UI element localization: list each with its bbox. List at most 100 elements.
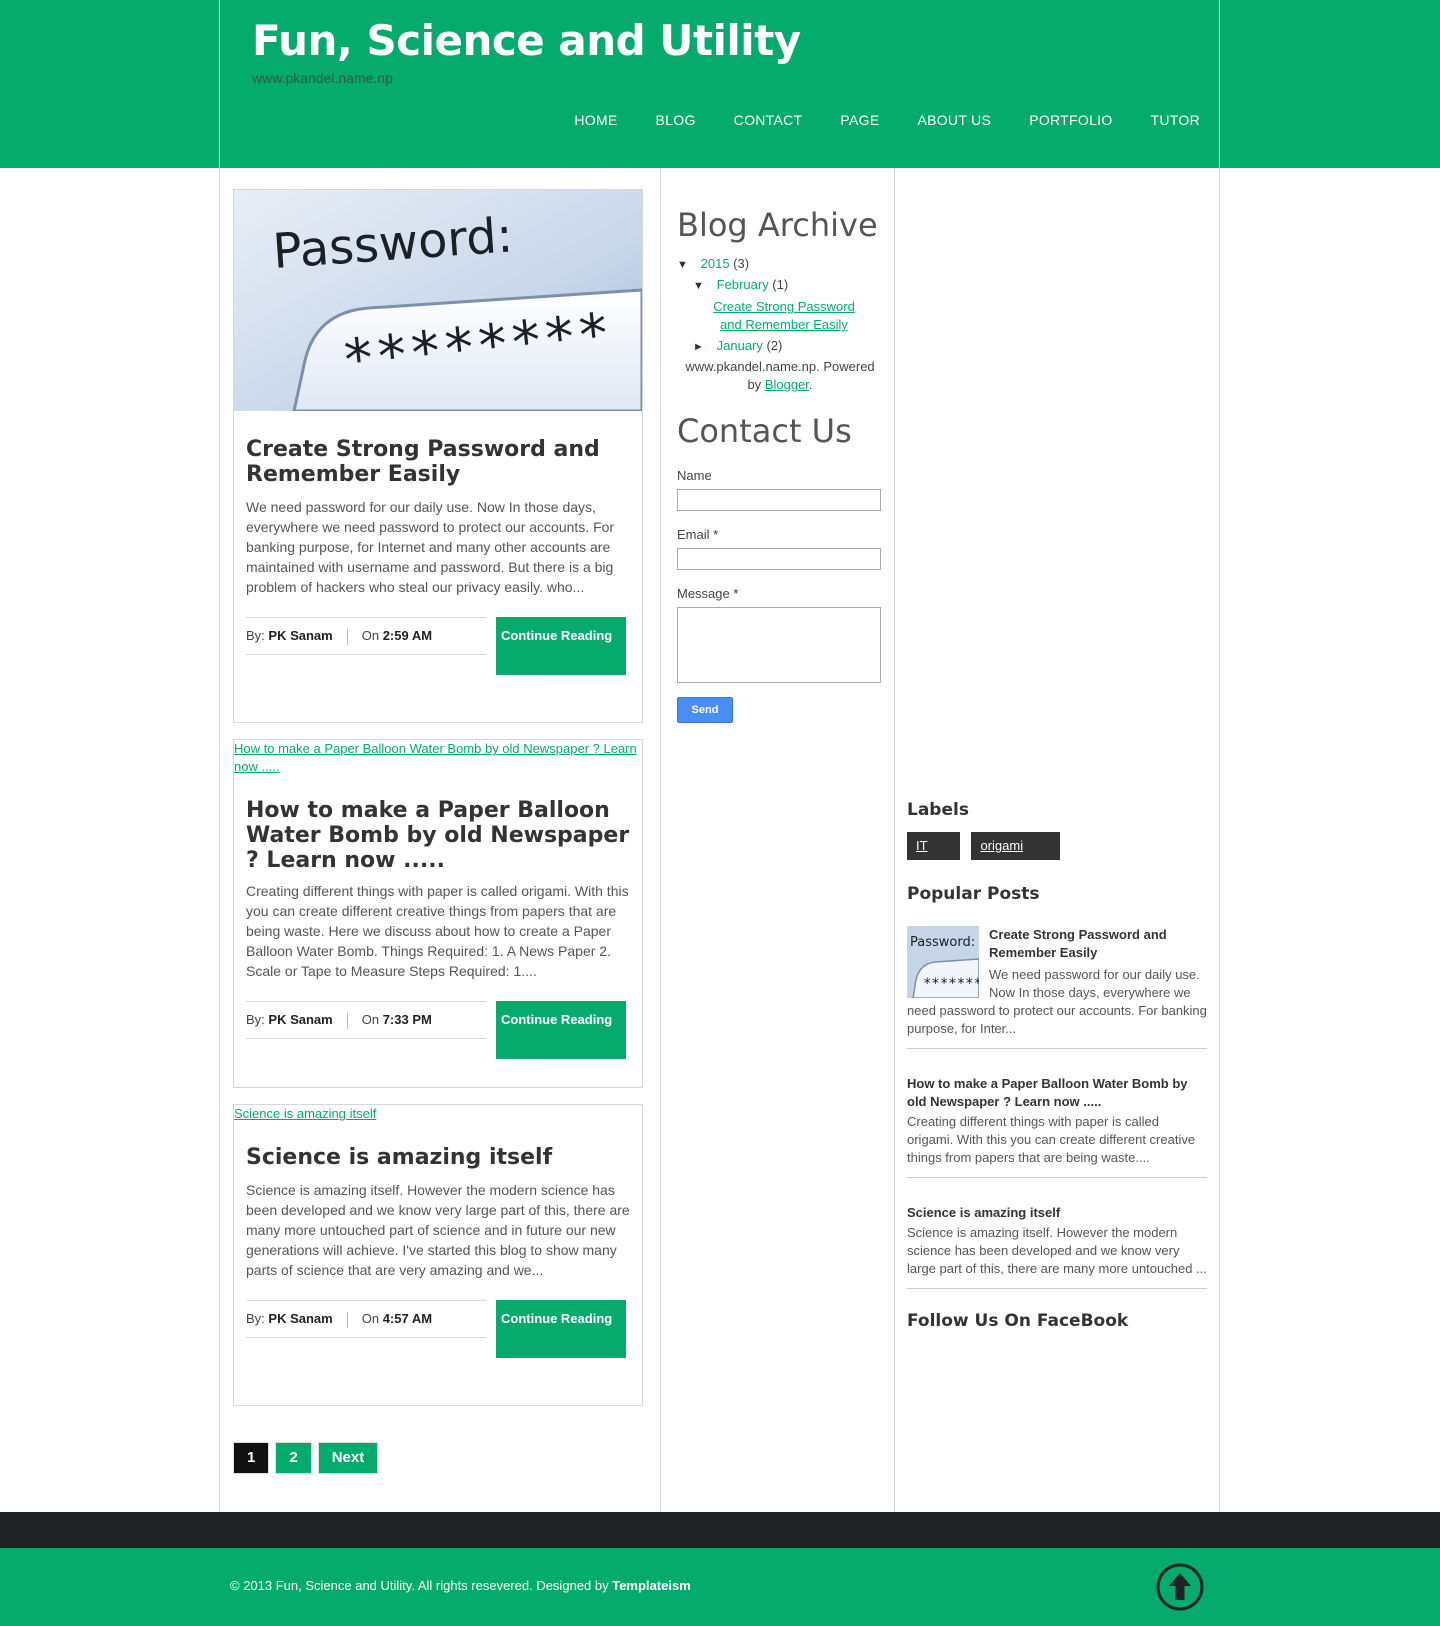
- nav-about-us[interactable]: ABOUT US: [917, 112, 991, 128]
- blog-archive: ▼ 2015 (3) ▼ February (1) Create Strong …: [677, 254, 883, 394]
- label-it[interactable]: IT: [907, 832, 960, 860]
- archive-year-link[interactable]: 2015: [701, 256, 730, 271]
- post-author: PK Sanam: [268, 1311, 333, 1326]
- required-mark: *: [713, 527, 719, 542]
- svg-text:Password:: Password:: [910, 935, 975, 950]
- post-title[interactable]: Science is amazing itself: [234, 1145, 642, 1170]
- popular-post-title[interactable]: How to make a Paper Balloon Water Bomb b…: [907, 1075, 1207, 1111]
- popular-post-item: Science is amazing itself Science is ama…: [907, 1204, 1207, 1289]
- archive-month-link[interactable]: February: [717, 277, 769, 292]
- continue-reading-button[interactable]: Continue Reading: [496, 617, 626, 675]
- post-time: 2:59 AM: [382, 628, 433, 643]
- labels-title: Labels: [907, 800, 969, 820]
- on-label: On: [361, 628, 380, 643]
- label-origami[interactable]: origami: [971, 832, 1061, 860]
- middle-sidebar: Blog Archive ▼ 2015 (3) ▼ February (1) C…: [677, 168, 883, 723]
- post-excerpt: We need password for our daily use. Now …: [246, 499, 615, 595]
- post-card: Science is amazing itself Science is ama…: [233, 1104, 643, 1406]
- post-image-broken[interactable]: Science is amazing itself: [234, 1105, 642, 1123]
- post-author: PK Sanam: [268, 1012, 333, 1027]
- svg-text:*******: *******: [923, 976, 979, 992]
- post-meta: By: PK Sanam On 7:33 PM Continue Reading: [246, 1001, 630, 1061]
- post-meta-info: By: PK Sanam On 4:57 AM: [246, 1300, 486, 1338]
- name-label: Name: [677, 468, 712, 483]
- nav-blog[interactable]: BLOG: [656, 112, 696, 128]
- contact-us-title: Contact Us: [677, 412, 852, 450]
- blogger-link[interactable]: Blogger: [765, 377, 809, 392]
- email-label-text: Email: [677, 527, 710, 542]
- popular-post-item: How to make a Paper Balloon Water Bomb b…: [907, 1075, 1207, 1178]
- archive-month-count: (2): [766, 338, 783, 353]
- triangle-down-icon[interactable]: ▼: [693, 276, 705, 296]
- email-field[interactable]: [677, 548, 881, 570]
- post-meta-info: By: PK Sanam On 2:59 AM: [246, 617, 486, 655]
- page-1-current: 1: [233, 1442, 270, 1474]
- next-page-link[interactable]: Next: [317, 1442, 379, 1474]
- main-nav: HOME BLOG CONTACT PAGE ABOUT US PORTFOLI…: [574, 112, 1200, 128]
- by-label: By:: [246, 628, 265, 643]
- post-card: How to make a Paper Balloon Water Bomb b…: [233, 739, 643, 1088]
- message-label: Message *: [677, 586, 883, 601]
- column-divider: [660, 168, 661, 1512]
- email-label: Email *: [677, 527, 883, 542]
- nav-contact[interactable]: CONTACT: [734, 112, 803, 128]
- post-title[interactable]: Create Strong Password and Remember Easi…: [234, 437, 642, 487]
- popular-post-text: Creating different things with paper is …: [907, 1114, 1196, 1165]
- archive-year-count: (3): [733, 256, 750, 271]
- triangle-down-icon[interactable]: ▼: [677, 255, 689, 275]
- post-excerpt: Science is amazing itself. However the m…: [246, 1182, 630, 1278]
- copyright-text: © 2013 Fun, Science and Utility. All rig…: [230, 1578, 609, 1593]
- footer-top-bar: [0, 1512, 1440, 1548]
- post-time: 4:57 AM: [382, 1311, 433, 1326]
- site-title[interactable]: Fun, Science and Utility: [252, 16, 801, 65]
- follow-facebook-title: Follow Us On FaceBook: [907, 1311, 1129, 1331]
- required-mark: *: [733, 586, 739, 601]
- post-card: Password: ******** Create Strong Passwor…: [233, 189, 643, 723]
- post-meta: By: PK Sanam On 2:59 AM Continue Reading: [246, 617, 630, 677]
- popular-posts-title: Popular Posts: [907, 884, 1040, 904]
- labels-list: IT origami: [907, 832, 1207, 860]
- nav-portfolio[interactable]: PORTFOLIO: [1029, 112, 1112, 128]
- footer: © 2013 Fun, Science and Utility. All rig…: [0, 1548, 1440, 1626]
- arrow-up-circle-icon[interactable]: [1155, 1562, 1205, 1612]
- continue-reading-button[interactable]: Continue Reading: [496, 1300, 626, 1358]
- nav-page[interactable]: PAGE: [840, 112, 879, 128]
- message-textarea[interactable]: [677, 607, 881, 683]
- right-sidebar: Labels IT origami Popular Posts Password…: [907, 800, 1207, 1331]
- popular-post-thumbnail[interactable]: Password: *******: [907, 926, 979, 998]
- column-divider: [894, 168, 895, 1512]
- site-description: www.pkandel.name.np: [252, 70, 393, 86]
- designer-link[interactable]: Templateism: [612, 1578, 691, 1593]
- post-meta: By: PK Sanam On 4:57 AM Continue Reading: [246, 1300, 630, 1360]
- post-excerpt: Creating different things with paper is …: [246, 883, 629, 979]
- post-time: 7:33 PM: [382, 1012, 432, 1027]
- triangle-right-icon[interactable]: ►: [693, 337, 705, 357]
- archive-month-count: (1): [772, 277, 789, 292]
- blog-archive-title: Blog Archive: [677, 206, 878, 244]
- password-thumbnail-image[interactable]: Password: ********: [234, 190, 642, 411]
- pagination: 1 2 Next: [233, 1442, 379, 1474]
- message-label-text: Message: [677, 586, 730, 601]
- nav-tutor[interactable]: TUTOR: [1151, 112, 1200, 128]
- name-field[interactable]: [677, 489, 881, 511]
- post-image-broken[interactable]: How to make a Paper Balloon Water Bomb b…: [234, 740, 642, 776]
- archive-month-link[interactable]: January: [717, 338, 763, 353]
- copyright: © 2013 Fun, Science and Utility. All rig…: [230, 1578, 691, 1593]
- archive-post-link[interactable]: Create Strong Password and Remember Easi…: [713, 299, 855, 332]
- on-label: On: [361, 1012, 380, 1027]
- nav-home[interactable]: HOME: [574, 112, 617, 128]
- page-2-link[interactable]: 2: [275, 1442, 312, 1474]
- by-label: By:: [246, 1012, 265, 1027]
- continue-reading-button[interactable]: Continue Reading: [496, 1001, 626, 1059]
- on-label: On: [361, 1311, 380, 1326]
- post-meta-info: By: PK Sanam On 7:33 PM: [246, 1001, 486, 1039]
- post-title[interactable]: How to make a Paper Balloon Water Bomb b…: [234, 798, 642, 873]
- popular-post-item: Password: ******* Create Strong Password…: [907, 926, 1207, 1049]
- by-label: By:: [246, 1311, 265, 1326]
- powered-by: www.pkandel.name.np. Powered by Blogger.: [677, 358, 883, 394]
- popular-post-title[interactable]: Science is amazing itself: [907, 1204, 1207, 1222]
- powered-end: .: [808, 377, 813, 392]
- post-author: PK Sanam: [268, 628, 333, 643]
- popular-post-text: Science is amazing itself. However the m…: [907, 1225, 1207, 1276]
- send-button[interactable]: Send: [677, 697, 733, 723]
